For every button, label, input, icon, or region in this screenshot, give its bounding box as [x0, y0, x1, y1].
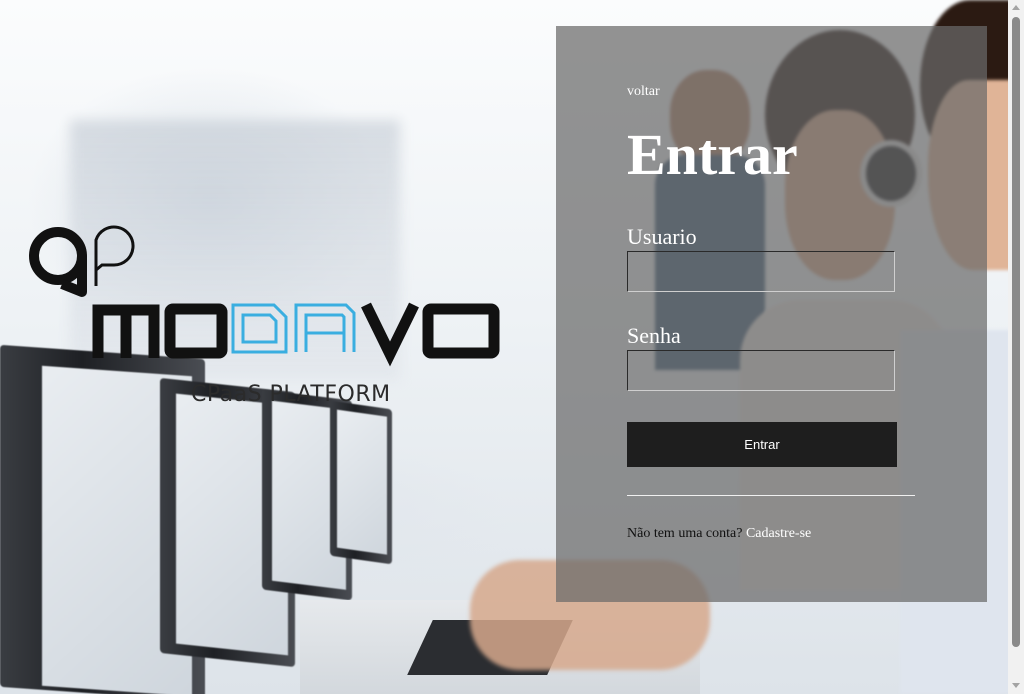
divider: [627, 495, 915, 496]
login-panel: voltar Entrar Usuario Senha Entrar Não t…: [556, 26, 987, 602]
login-button[interactable]: Entrar: [627, 422, 897, 467]
modavo-logo: CPaaS PLATFORM: [28, 220, 508, 420]
scroll-down-icon[interactable]: [1012, 683, 1020, 688]
username-input[interactable]: [627, 251, 895, 292]
monitor-4: [330, 400, 392, 565]
logo-mark-icon: [29, 225, 135, 297]
signup-prompt: Não tem uma conta?: [627, 526, 743, 541]
page-scrollbar[interactable]: [1008, 0, 1024, 694]
login-title: Entrar: [627, 122, 798, 187]
username-label: Usuario: [627, 224, 697, 249]
scroll-up-icon[interactable]: [1012, 5, 1020, 10]
signup-link[interactable]: Cadastre-se: [746, 526, 811, 541]
signup-prompt-line: Não tem uma conta? Cadastre-se: [627, 526, 811, 542]
logo-tagline: CPaaS PLATFORM: [191, 382, 391, 407]
back-link[interactable]: voltar: [627, 84, 660, 100]
logo-wordmark: [92, 302, 500, 367]
scroll-thumb[interactable]: [1012, 17, 1020, 647]
password-input[interactable]: [627, 350, 895, 391]
password-label: Senha: [627, 323, 681, 348]
